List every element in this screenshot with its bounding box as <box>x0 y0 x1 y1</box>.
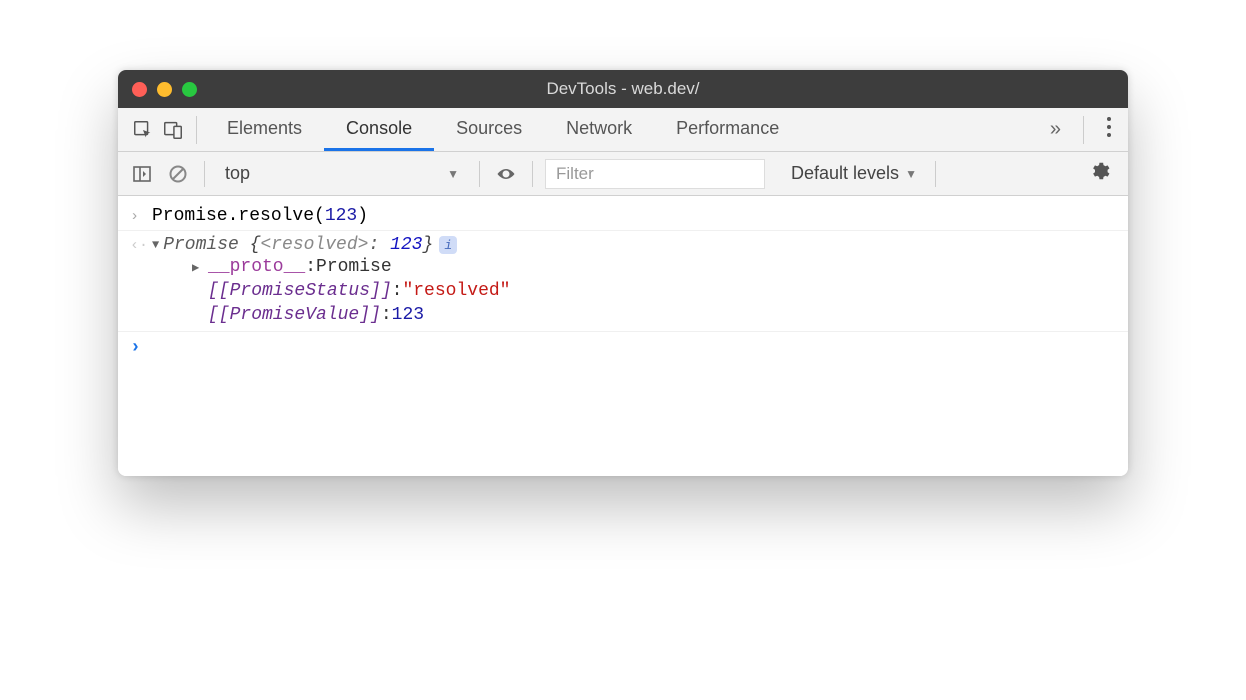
output-chevron-icon: ‹· <box>130 235 152 254</box>
chevron-down-icon: ▼ <box>905 167 917 181</box>
filter-placeholder: Filter <box>556 164 594 184</box>
console-output-row[interactable]: ‹· ▼ Promise {<resolved>: 123} i ▶ __pro… <box>118 230 1128 332</box>
tab-performance[interactable]: Performance <box>654 108 801 151</box>
toggle-sidebar-icon[interactable] <box>128 160 156 188</box>
devtools-window: DevTools - web.dev/ Elements Console Sou… <box>118 70 1128 476</box>
panel-tabs: Elements Console Sources Network Perform… <box>205 108 801 151</box>
input-chevron-icon: › <box>130 206 152 225</box>
collapse-triangle-icon[interactable]: ▼ <box>152 238 159 252</box>
close-window-button[interactable] <box>132 82 147 97</box>
input-code: Promise.resolve(123) <box>152 206 368 226</box>
proto-row[interactable]: ▶ __proto__: Promise <box>192 255 510 279</box>
promise-value-row[interactable]: [[PromiseValue]]: 123 <box>192 303 510 327</box>
window-title: DevTools - web.dev/ <box>118 79 1128 99</box>
live-expression-icon[interactable] <box>492 160 520 188</box>
tab-network[interactable]: Network <box>544 108 654 151</box>
console-toolbar: top ▼ Filter Default levels ▼ <box>118 152 1128 196</box>
settings-menu-icon[interactable] <box>1096 116 1122 143</box>
toolbar-separator-2 <box>1083 116 1084 144</box>
maximize-window-button[interactable] <box>182 82 197 97</box>
object-tree: ▶ __proto__: Promise [[PromiseStatus]]: … <box>168 255 510 327</box>
output-header[interactable]: ▼ Promise {<resolved>: 123} i <box>152 235 457 255</box>
console-input-row[interactable]: › Promise.resolve(123) <box>118 202 1128 230</box>
levels-label: Default levels <box>791 163 899 184</box>
chevron-down-icon: ▼ <box>447 167 459 181</box>
window-controls <box>118 82 197 97</box>
log-levels-select[interactable]: Default levels ▼ <box>791 163 917 184</box>
tab-elements[interactable]: Elements <box>205 108 324 151</box>
subbar-sep-2 <box>479 161 480 187</box>
more-tabs-icon[interactable]: » <box>1040 118 1071 141</box>
expand-triangle-icon[interactable]: ▶ <box>192 260 208 275</box>
subbar-sep-1 <box>204 161 205 187</box>
context-label: top <box>225 163 250 184</box>
main-toolbar: Elements Console Sources Network Perform… <box>118 108 1128 152</box>
select-element-icon[interactable] <box>128 115 158 145</box>
subbar-sep-4 <box>935 161 936 187</box>
minimize-window-button[interactable] <box>157 82 172 97</box>
execution-context-select[interactable]: top ▼ <box>217 163 467 184</box>
toolbar-separator <box>196 116 197 144</box>
tab-sources[interactable]: Sources <box>434 108 544 151</box>
device-toolbar-icon[interactable] <box>158 115 188 145</box>
promise-status-row[interactable]: [[PromiseStatus]]: "resolved" <box>192 279 510 303</box>
subbar-sep-3 <box>532 161 533 187</box>
titlebar: DevTools - web.dev/ <box>118 70 1128 108</box>
clear-console-icon[interactable] <box>164 160 192 188</box>
tab-console[interactable]: Console <box>324 108 434 151</box>
console-settings-icon[interactable] <box>1080 160 1118 187</box>
info-badge-icon[interactable]: i <box>439 236 457 254</box>
console-prompt[interactable]: › <box>118 332 1128 360</box>
filter-input[interactable]: Filter <box>545 159 765 189</box>
console-output: › Promise.resolve(123) ‹· ▼ Promise {<re… <box>118 196 1128 476</box>
